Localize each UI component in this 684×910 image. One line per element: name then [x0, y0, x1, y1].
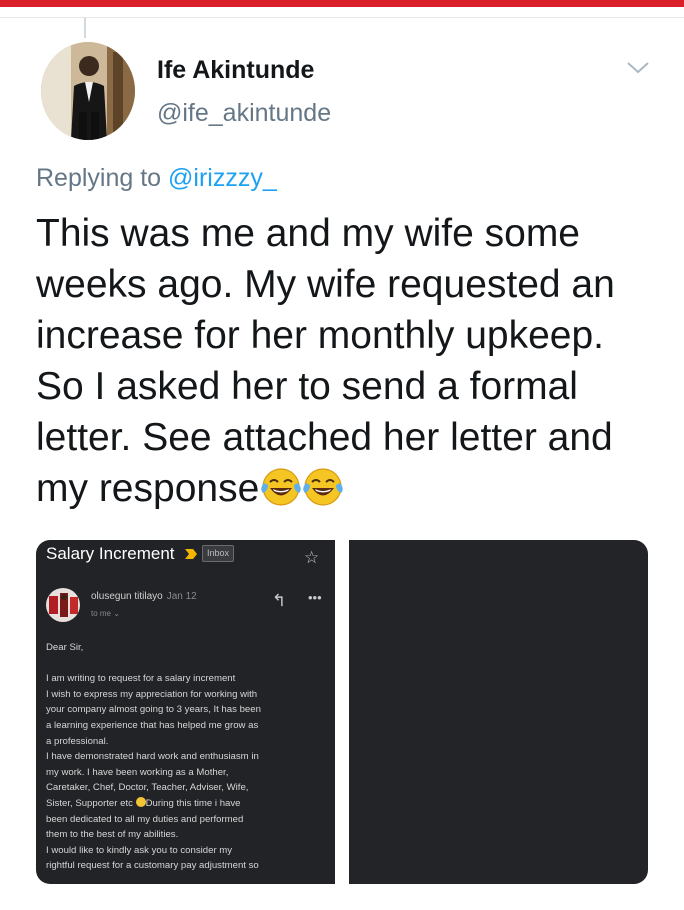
email-date: Jan 12	[166, 591, 197, 602]
email-body-line-with-emoji: Sister, Supporter etc During this time i…	[46, 796, 330, 812]
email-body-line: I would like to kindly ask you to consid…	[46, 844, 233, 856]
face-with-tears-of-joy-icon	[261, 468, 302, 506]
sender-name-text: olusegun titilayo	[91, 591, 163, 602]
email-body-line: During this time i have	[145, 797, 241, 809]
inbox-label: Inbox	[202, 545, 235, 562]
email-body-line: a professional.	[46, 735, 109, 747]
star-icon: ☆	[304, 548, 320, 567]
tweet-text: This was me and my wife some weeks ago. …	[36, 208, 666, 514]
email-body-line: my work. I have been working as a Mother…	[46, 766, 229, 778]
tweet-text-last-line: my response	[36, 463, 666, 514]
attached-image-email[interactable]: Salary Increment Inbox ☆ olusegun titila…	[36, 540, 335, 884]
tweet-text-line: So I asked her to send a formal	[36, 365, 578, 408]
sender-name: olusegun titilayo Jan 12	[91, 591, 197, 602]
author-avatar[interactable]	[41, 42, 135, 140]
email-body: Dear Sir, I am writing to request for a …	[46, 640, 330, 874]
author-name[interactable]: Ife Akintunde	[157, 56, 314, 85]
reply-icon: ↰	[272, 591, 287, 610]
tweet-text-line: weeks ago. My wife requested an	[36, 263, 615, 306]
reply-mention-link[interactable]: @irizzzy_	[168, 164, 277, 192]
email-body-line: Sister, Supporter etc	[46, 797, 133, 809]
email-body-line: Caretaker, Chef, Doctor, Teacher, Advise…	[46, 782, 249, 794]
replying-to: Replying to @irizzzy_	[36, 164, 277, 193]
email-body-line: Dear Sir,	[46, 642, 84, 653]
author-handle[interactable]: @ife_akintunde	[157, 99, 331, 128]
email-subject: Salary Increment	[46, 544, 175, 563]
email-body-line: a learning experience that has helped me…	[46, 719, 259, 731]
tweet-text-line: my response	[36, 467, 260, 510]
thread-line	[84, 18, 86, 38]
tweet-text-line: letter. See attached her letter and	[36, 416, 613, 459]
email-body-line: them to the best of my abilities.	[46, 829, 179, 841]
important-marker-icon	[185, 549, 197, 559]
more-options-icon: •••	[308, 590, 322, 605]
sender-avatar	[46, 588, 80, 622]
email-recipient: to me ⌄	[91, 609, 120, 618]
top-color-strip	[0, 0, 684, 7]
face-with-tears-of-joy-icon	[303, 468, 344, 506]
email-body-gap	[46, 656, 330, 672]
tweet-text-line: This was me and my wife some	[36, 212, 581, 255]
email-body-line: been dedicated to all my duties and perf…	[46, 813, 244, 825]
email-body-line: rightful request for a customary pay adj…	[46, 860, 259, 872]
chevron-down-icon[interactable]	[625, 58, 651, 78]
tweet-text-line: increase for her monthly upkeep.	[36, 314, 604, 357]
smiley-icon	[135, 796, 146, 807]
top-divider	[0, 17, 684, 18]
email-body-line: I am writing to request for a salary inc…	[46, 673, 236, 685]
email-body-line: I have demonstrated hard work and enthus…	[46, 751, 259, 763]
email-body-line: I wish to express my appreciation for wo…	[46, 688, 258, 700]
replying-prefix: Replying to	[36, 164, 162, 192]
email-body-line: your company almost going to 3 years, It…	[46, 704, 261, 716]
attached-image-response[interactable]	[349, 540, 648, 884]
